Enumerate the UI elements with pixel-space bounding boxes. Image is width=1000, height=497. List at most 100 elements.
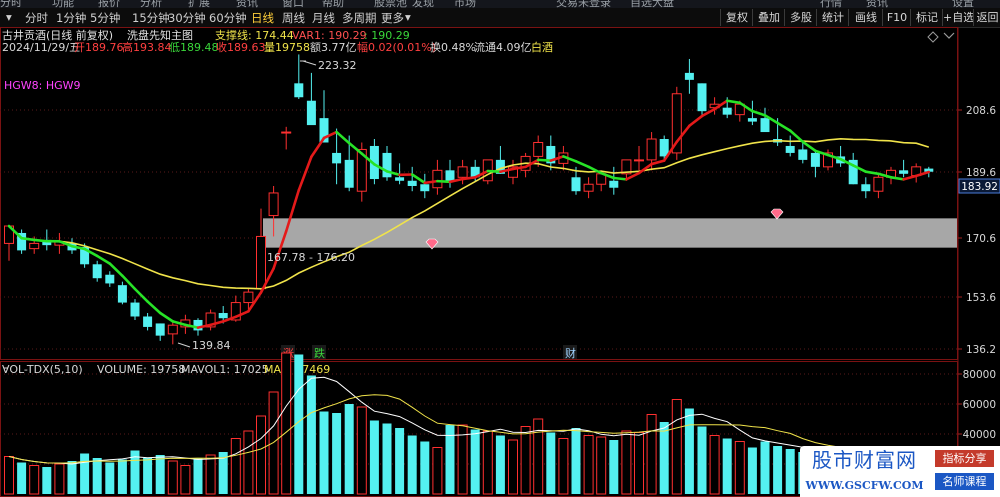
top-menu-item[interactable]: 帮助 [322,0,344,8]
volume-bar[interactable] [243,430,254,495]
toolbar-button[interactable]: F10 [882,9,911,26]
volume-bar[interactable] [92,458,102,494]
volume-bar[interactable] [760,441,770,495]
top-menu-item[interactable]: 分时 [0,0,22,8]
top-menu-item[interactable]: 行情 [820,0,842,8]
volume-bar[interactable] [180,465,191,495]
top-menu-item[interactable]: 报价 [98,0,120,8]
toolbar-button[interactable]: 叠加 [752,9,785,26]
candle-body[interactable] [571,177,581,192]
candle-body[interactable] [899,170,909,174]
period-tab[interactable]: 15分钟 [132,10,170,26]
candle-body[interactable] [873,176,884,192]
menu-dropdown-icon[interactable]: ▾ [6,10,12,24]
kline-chart[interactable]: 223.32139.84167.78 - 176.20涨跌财古井贡酒(日线 前复… [0,27,1000,497]
candle-body[interactable] [722,107,732,115]
volume-bar[interactable] [621,430,632,495]
toolbar-button[interactable]: 多股 [784,9,817,26]
candle-body[interactable] [407,180,417,186]
toolbar-button[interactable]: 复权 [720,9,753,26]
period-tab[interactable]: 周线 [282,10,305,26]
candle-body[interactable] [760,118,770,133]
candle-body[interactable] [861,184,871,192]
candle-body[interactable] [306,100,316,126]
volume-bar[interactable] [747,447,757,495]
candle-body[interactable] [697,83,707,112]
candle-body[interactable] [143,316,153,327]
candle-body[interactable] [646,138,657,161]
candle-body[interactable] [105,274,115,284]
candle-body[interactable] [432,169,443,189]
period-tab[interactable]: 60分钟 [209,10,247,26]
candle-body[interactable] [130,302,140,317]
volume-bar[interactable] [193,458,203,494]
candle-body[interactable] [294,83,304,98]
volume-bar[interactable] [143,458,153,494]
toolbar-button[interactable]: 统计 [816,9,849,26]
volume-bar[interactable] [571,428,581,494]
candle-body[interactable] [167,324,178,335]
top-menu-item[interactable]: 扩展 [188,0,210,8]
more-dropdown-icon[interactable]: ▾ [405,10,411,24]
toolbar-button[interactable]: 返回 [973,9,1000,26]
volume-bar[interactable] [281,352,292,495]
volume-bar[interactable] [205,454,216,495]
candle-body[interactable] [155,323,165,336]
candle-body[interactable] [256,235,266,290]
volume-bar[interactable] [734,441,745,495]
candle-body[interactable] [420,184,430,192]
volume-bar[interactable] [546,432,556,495]
period-tab[interactable]: 分时 [25,10,48,26]
volume-bar[interactable] [395,428,405,494]
top-menu-item[interactable]: 资讯 [236,0,258,8]
volume-bar[interactable] [80,453,90,495]
volume-bar[interactable] [369,420,379,495]
volume-bar[interactable] [382,423,392,495]
volume-bar[interactable] [17,462,27,495]
volume-bar[interactable] [609,440,619,494]
volume-bar[interactable] [558,438,569,495]
toolbar-button[interactable]: 标记 [910,9,943,26]
volume-bar[interactable] [29,465,40,495]
period-tab[interactable]: 5分钟 [90,10,120,26]
volume-bar[interactable] [697,426,707,495]
settings-icon[interactable] [927,31,939,43]
top-menu-item[interactable]: 发现 [412,0,434,8]
top-menu-item[interactable]: 股票池 [374,0,407,8]
volume-bar[interactable] [117,459,127,495]
top-menu-item[interactable]: 资讯 [866,0,888,8]
volume-bar[interactable] [268,391,279,495]
volume-bar[interactable] [420,441,430,495]
period-tab[interactable]: 1分钟 [56,10,86,26]
volume-bar[interactable] [155,455,165,494]
candle-body[interactable] [281,131,292,134]
top-menu-item[interactable]: 分析 [140,0,162,8]
toolbar-button[interactable]: +自选 [942,9,974,26]
candle-body[interactable] [457,166,468,178]
top-menu-item[interactable]: 交易未登录 [556,0,611,8]
candle-body[interactable] [609,180,619,188]
candle-body[interactable] [445,170,455,181]
candle-body[interactable] [117,285,127,303]
volume-bar[interactable] [432,447,443,495]
candle-body[interactable] [533,141,544,157]
period-tab[interactable]: 30分钟 [168,10,206,26]
volume-bar[interactable] [709,435,720,495]
volume-bar[interactable] [785,449,795,494]
volume-bar[interactable] [42,467,52,494]
candle-body[interactable] [344,159,354,188]
volume-bar[interactable] [306,375,316,495]
volume-bar[interactable] [319,411,329,495]
candle-body[interactable] [583,183,594,192]
collapse-icon[interactable] [943,32,955,39]
candle-body[interactable] [332,152,342,164]
volume-bar[interactable] [583,435,594,495]
volume-bar[interactable] [671,399,682,495]
volume-bar[interactable] [659,422,669,494]
volume-bar[interactable] [256,415,266,495]
top-menu-item[interactable]: 窗口 [282,0,304,8]
period-tab[interactable]: 月线 [312,10,335,26]
candle-body[interactable] [243,291,254,304]
candle-body[interactable] [382,152,392,178]
volume-bar[interactable] [167,460,178,495]
